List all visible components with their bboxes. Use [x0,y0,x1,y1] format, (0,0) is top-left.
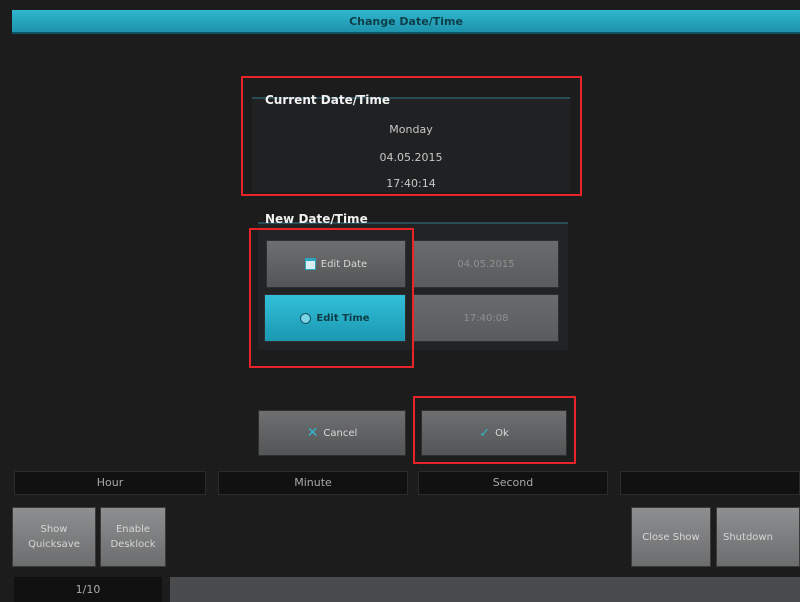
new-date-value[interactable]: 04.05.2015 [413,240,559,288]
close-icon: ✕ [306,425,319,441]
dialog-title: Change Date/Time [349,15,463,28]
new-datetime-heading: New Date/Time [265,212,368,226]
current-time: 17:40:14 [386,177,436,190]
ok-button[interactable]: ✓ Ok [421,410,567,456]
current-weekday: Monday [389,123,433,136]
wheel-label-second: Second [418,471,608,495]
current-datetime-heading: Current Date/Time [265,93,391,107]
new-time-text: 17:40:08 [463,312,509,324]
wheel-label-empty [620,471,800,495]
shutdown-key[interactable]: Shutdown [716,507,800,567]
enable-desklock-label: Enable Desklock [110,524,156,550]
bottom-bar [170,577,800,602]
clock-icon [300,312,312,324]
shutdown-label: Shutdown [723,531,773,543]
close-show-key[interactable]: Close Show [631,507,711,567]
edit-time-label: Edit Time [316,312,370,324]
new-time-value[interactable]: 17:40:08 [413,294,559,342]
wheel-label-hour: Hour [14,471,206,495]
new-date-text: 04.05.2015 [457,258,515,270]
check-icon: ✓ [479,425,491,441]
current-datetime-panel: Current Date/Time Monday 04.05.2015 17:4… [252,93,570,192]
change-datetime-screen: Change Date/Time Current Date/Time Monda… [0,0,800,602]
calendar-icon [304,258,316,270]
cancel-button[interactable]: ✕ Cancel [258,410,406,456]
edit-date-button[interactable]: Edit Date [266,240,406,288]
dialog-title-bar: Change Date/Time [12,10,800,34]
show-quicksave-key[interactable]: Show Quicksave [12,507,96,567]
close-show-label: Close Show [642,531,700,543]
current-date: 04.05.2015 [379,151,443,164]
show-quicksave-label: Show Quicksave [28,524,80,550]
page-indicator[interactable]: 1/10 [14,577,162,602]
enable-desklock-key[interactable]: Enable Desklock [100,507,166,567]
edit-date-label: Edit Date [320,258,368,270]
cancel-label: Cancel [323,427,358,439]
edit-time-button[interactable]: Edit Time [264,294,406,342]
ok-label: Ok [495,427,509,439]
wheel-label-minute: Minute [218,471,408,495]
